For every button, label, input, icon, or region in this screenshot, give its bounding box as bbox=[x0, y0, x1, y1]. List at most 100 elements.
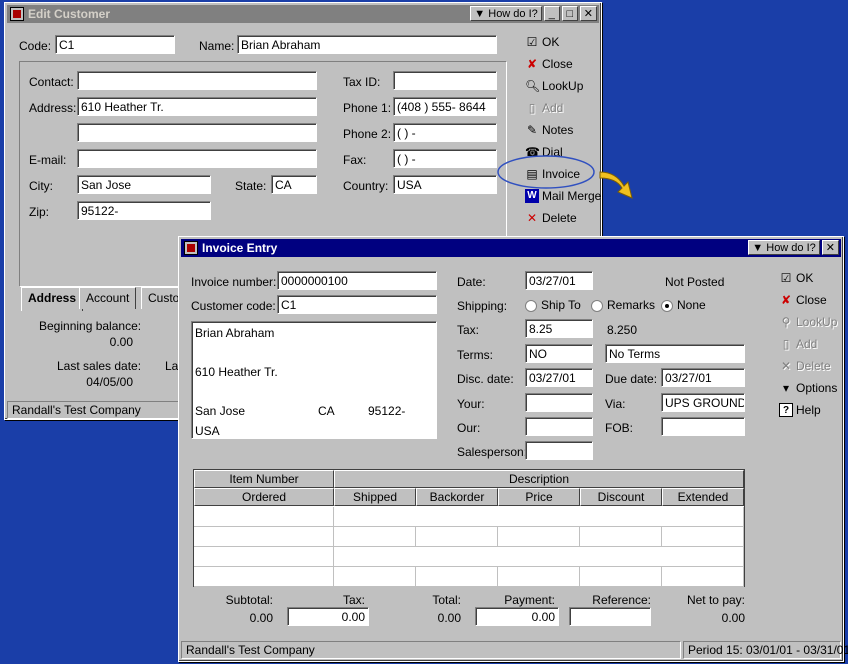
edit-customer-titlebar[interactable]: Edit Customer ▼ How do I? _ □ ✕ bbox=[7, 5, 599, 23]
ok-button[interactable]: ☑ OK bbox=[525, 35, 560, 49]
add-button[interactable]: ▯ Add bbox=[779, 337, 818, 351]
delete-button[interactable]: ✕ Delete bbox=[525, 211, 577, 225]
phone2-field[interactable]: ( ) - bbox=[393, 123, 497, 142]
taxid-label: Tax ID: bbox=[343, 75, 381, 89]
terms-label: Terms: bbox=[457, 348, 493, 362]
col-price[interactable]: Price bbox=[498, 488, 580, 506]
customer-code-field[interactable]: C1 bbox=[277, 295, 437, 314]
date-field[interactable]: 03/27/01 bbox=[525, 271, 593, 290]
invoice-entry-titlebar[interactable]: Invoice Entry ▼ How do I? ✕ bbox=[181, 239, 841, 257]
zip-field[interactable]: 95122- bbox=[77, 201, 211, 220]
terms-code-field[interactable]: NO bbox=[525, 344, 593, 363]
contact-field[interactable] bbox=[77, 71, 317, 90]
curved-arrow-icon bbox=[599, 171, 633, 199]
fax-field[interactable]: ( ) - bbox=[393, 149, 497, 168]
code-label: Code: bbox=[19, 39, 52, 53]
shipping-remarks-radio[interactable]: Remarks bbox=[591, 298, 655, 312]
total-label: Total: bbox=[432, 593, 461, 607]
email-field[interactable] bbox=[77, 149, 317, 168]
fob-field[interactable] bbox=[661, 417, 745, 436]
shipping-shipto-radio[interactable]: Ship To bbox=[525, 298, 581, 312]
tab-address[interactable]: Address bbox=[21, 287, 84, 311]
tax-label: Tax: bbox=[457, 323, 480, 337]
delete-x-icon: ✕ bbox=[526, 211, 538, 225]
col-extended[interactable]: Extended bbox=[662, 488, 744, 506]
table-row[interactable] bbox=[194, 547, 334, 567]
col-description[interactable]: Description bbox=[334, 470, 744, 488]
address-zip: 95122- bbox=[368, 404, 406, 418]
how-do-i-button[interactable]: ▼ How do I? bbox=[748, 240, 820, 255]
code-field[interactable]: C1 bbox=[55, 35, 175, 54]
tax-field[interactable]: 8.25 bbox=[525, 319, 593, 338]
date-label: Date: bbox=[457, 275, 486, 289]
country-field[interactable]: USA bbox=[393, 175, 497, 194]
city-field[interactable]: San Jose bbox=[77, 175, 211, 194]
table-row[interactable] bbox=[334, 507, 744, 527]
notes-button[interactable]: ✎ Notes bbox=[525, 123, 573, 137]
via-field[interactable]: UPS GROUND bbox=[661, 393, 745, 412]
lookup-button[interactable]: 🔍︎ LookUp bbox=[525, 79, 583, 93]
table-row[interactable] bbox=[194, 567, 334, 587]
tax-total-field[interactable]: 0.00 bbox=[287, 607, 369, 626]
ok-button[interactable]: ☑ OK bbox=[779, 271, 814, 285]
close-window-button[interactable]: ✕ bbox=[821, 240, 839, 255]
state-field[interactable]: CA bbox=[271, 175, 317, 194]
how-do-i-button[interactable]: ▼ How do I? bbox=[470, 6, 542, 21]
col-item-number[interactable]: Item Number bbox=[194, 470, 334, 488]
invoice-number-field[interactable]: 0000000100 bbox=[277, 271, 437, 290]
table-row[interactable] bbox=[498, 567, 580, 587]
phone1-field[interactable]: (408 ) 555- 8644 bbox=[393, 97, 497, 116]
our-field[interactable] bbox=[525, 417, 593, 436]
table-row[interactable] bbox=[498, 527, 580, 547]
options-button[interactable]: ▾ Options bbox=[779, 381, 837, 395]
name-field[interactable]: Brian Abraham bbox=[237, 35, 497, 54]
taxid-field[interactable] bbox=[393, 71, 497, 90]
table-row[interactable] bbox=[580, 567, 662, 587]
salesperson-field[interactable] bbox=[525, 441, 593, 460]
table-row[interactable] bbox=[334, 567, 416, 587]
table-row[interactable] bbox=[334, 547, 744, 567]
reference-field[interactable] bbox=[569, 607, 651, 626]
address2-field[interactable] bbox=[77, 123, 317, 142]
minimize-button[interactable]: _ bbox=[543, 6, 560, 21]
address1-field[interactable]: 610 Heather Tr. bbox=[77, 97, 317, 116]
your-field[interactable] bbox=[525, 393, 593, 412]
lookup-button[interactable]: ⚲ LookUp bbox=[779, 315, 838, 329]
add-page-icon: ▯ bbox=[782, 337, 790, 351]
tab-account[interactable]: Account bbox=[79, 287, 137, 309]
notes-icon: ✎ bbox=[526, 123, 538, 137]
payment-field[interactable]: 0.00 bbox=[475, 607, 559, 626]
maximize-button[interactable]: □ bbox=[561, 6, 578, 21]
col-ordered[interactable]: Ordered bbox=[194, 488, 334, 506]
shipping-label: Shipping: bbox=[457, 299, 508, 313]
help-button[interactable]: ? Help bbox=[779, 403, 821, 417]
check-icon: ☑ bbox=[780, 271, 792, 285]
table-row[interactable] bbox=[662, 527, 744, 547]
table-row[interactable] bbox=[662, 567, 744, 587]
minimize-icon: _ bbox=[548, 7, 555, 20]
bill-to-address-box[interactable]: Brian Abraham 610 Heather Tr. San Jose C… bbox=[191, 321, 437, 439]
table-row[interactable] bbox=[194, 507, 334, 527]
add-button[interactable]: ▯ Add bbox=[525, 101, 564, 115]
table-row[interactable] bbox=[416, 567, 498, 587]
col-discount[interactable]: Discount bbox=[580, 488, 662, 506]
delete-button[interactable]: ✕ Delete bbox=[779, 359, 831, 373]
table-row[interactable] bbox=[580, 527, 662, 547]
close-window-button[interactable]: ✕ bbox=[579, 6, 597, 21]
close-button[interactable]: ✘ Close bbox=[525, 57, 573, 71]
phone2-label: Phone 2: bbox=[343, 127, 392, 141]
close-button[interactable]: ✘ Close bbox=[779, 293, 827, 307]
close-x-icon: ✘ bbox=[526, 57, 538, 71]
table-row[interactable] bbox=[334, 527, 416, 547]
last-sales-date-value: 04/05/00 bbox=[86, 375, 133, 389]
col-backorder[interactable]: Backorder bbox=[416, 488, 498, 506]
line-items-grid[interactable]: Item Number Description Ordered Shipped … bbox=[193, 469, 745, 587]
table-row[interactable] bbox=[416, 527, 498, 547]
due-date-field[interactable]: 03/27/01 bbox=[661, 368, 745, 387]
shipping-none-radio[interactable]: None bbox=[661, 298, 706, 312]
col-shipped[interactable]: Shipped bbox=[334, 488, 416, 506]
terms-desc-field[interactable]: No Terms bbox=[605, 344, 745, 363]
name-label: Name: bbox=[199, 39, 235, 53]
disc-date-field[interactable]: 03/27/01 bbox=[525, 368, 593, 387]
table-row[interactable] bbox=[194, 527, 334, 547]
